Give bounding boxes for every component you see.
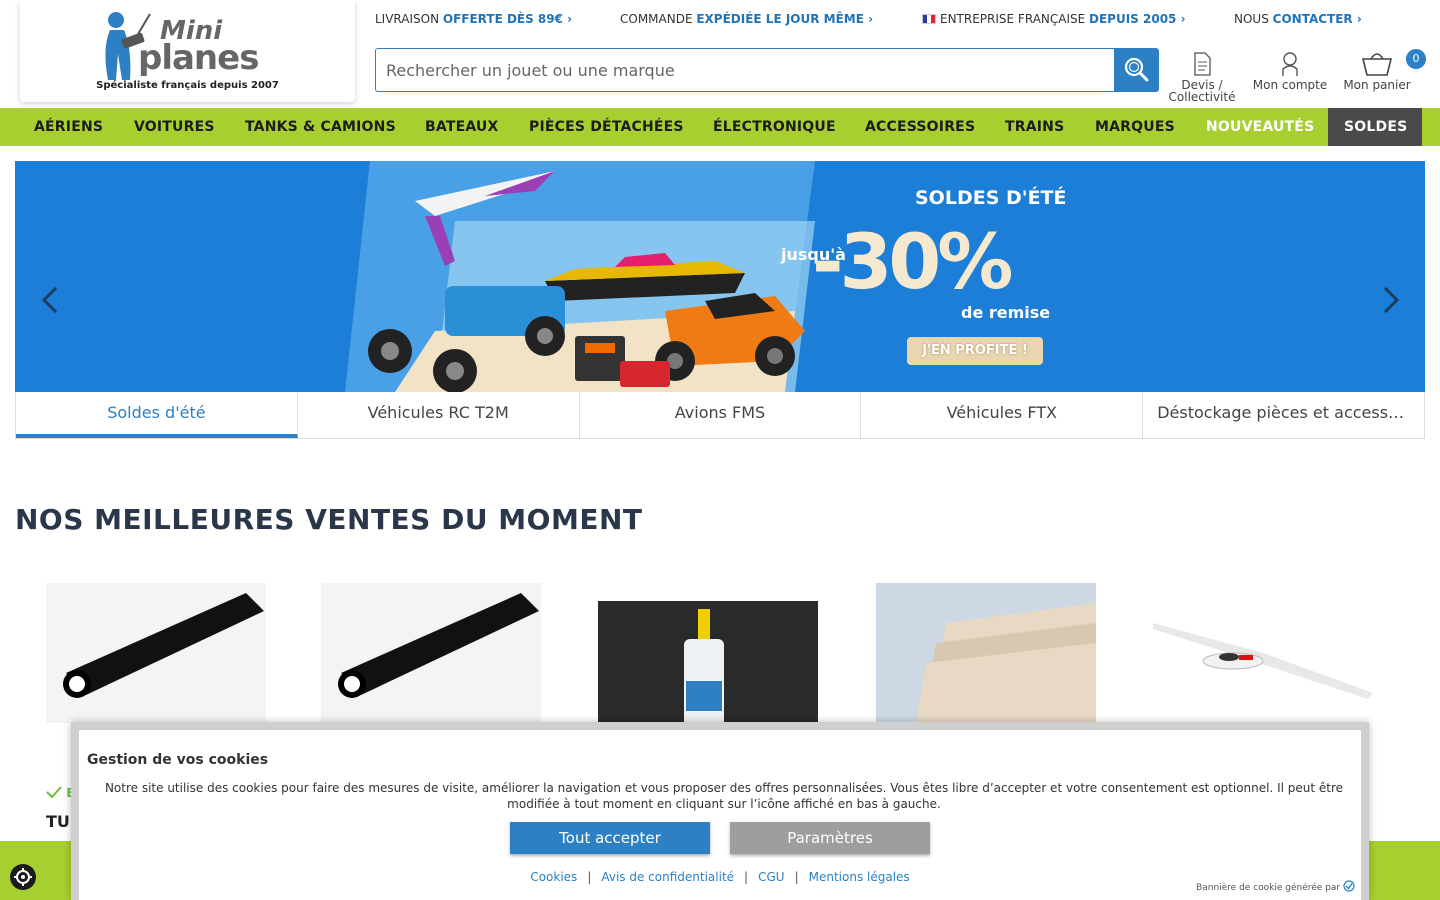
banner-headline: SOLDES D'ÉTÉ: [915, 187, 1067, 209]
logo[interactable]: Mini planes Spécialiste français depuis …: [20, 0, 355, 102]
topbar-contact-link[interactable]: NOUS CONTACTER ›: [1234, 12, 1362, 26]
tab-avions-fms[interactable]: Avions FMS: [580, 392, 862, 438]
tab-destockage[interactable]: Déstockage pièces et accessoires: [1143, 392, 1424, 438]
cgu-link[interactable]: CGU: [758, 870, 784, 884]
carbon-tube-image[interactable]: [46, 583, 266, 723]
devis-label-2: Collectivité: [1168, 90, 1236, 104]
nav-marques[interactable]: MARQUES: [1095, 108, 1175, 146]
nav-nouveautes[interactable]: NOUVEAUTÉS: [1206, 108, 1314, 146]
nav-soldes[interactable]: SOLDES: [1328, 108, 1422, 146]
link-separator: |: [587, 870, 592, 884]
cookie-credit[interactable]: Bannière de cookie générée par: [1196, 880, 1355, 893]
banner-sub: de remise: [961, 303, 1051, 322]
search-button[interactable]: [1114, 48, 1159, 92]
checkmark-icon: [46, 786, 62, 799]
privacy-notice-link[interactable]: Avis de confidentialité: [601, 870, 734, 884]
cart-basket-icon: [1361, 53, 1393, 76]
user-icon: [1282, 52, 1298, 76]
topbar-shipping-hl: OFFERTE DÈS 89€ ›: [442, 12, 573, 26]
topbar-dispatch-hl: EXPÉDIÉE LE JOUR MÊME ›: [696, 12, 874, 26]
topbar-contact-pre: NOUS: [1234, 12, 1273, 26]
product-carousel: [0, 583, 1440, 733]
section-title: NOS MEILLEURES VENTES DU MOMENT: [15, 503, 643, 536]
account-link[interactable]: Mon compte: [1250, 50, 1330, 91]
legal-notice-link[interactable]: Mentions légales: [809, 870, 910, 884]
topbar-contact-hl: CONTACTER ›: [1272, 12, 1362, 26]
battery-image: [575, 336, 625, 381]
glue-bottle-image[interactable]: [598, 595, 818, 735]
carbon-tube-image[interactable]: [321, 583, 541, 723]
cookie-title: Gestion de vos cookies: [87, 752, 269, 768]
search-input[interactable]: [375, 48, 1115, 92]
nav-tanks-camions[interactable]: TANKS & CAMIONS: [245, 108, 396, 146]
nav-aeriens[interactable]: AÉRIENS: [34, 108, 103, 146]
cookie-settings-button[interactable]: Paramètres: [730, 822, 930, 854]
nav-electronique[interactable]: ÉLECTRONIQUE: [713, 108, 836, 146]
site-header: Mini planes Spécialiste français depuis …: [0, 0, 1440, 108]
topbar-dispatch-pre: COMMANDE: [620, 12, 697, 26]
cart-link[interactable]: Mon panier: [1340, 50, 1414, 91]
verified-check-icon: [1343, 880, 1355, 892]
cookies-policy-link[interactable]: Cookies: [530, 870, 577, 884]
glider-product-image[interactable]: [1153, 583, 1373, 723]
banner-next-chevron-icon[interactable]: [1375, 282, 1405, 318]
banner-tabs: Soldes d'été Véhicules RC T2M Avions FMS…: [15, 392, 1425, 439]
cart-count-badge: 0: [1406, 49, 1426, 69]
topbar-company-pre: ENTREPRISE FRANÇAISE: [940, 12, 1090, 26]
devis-link[interactable]: Devis / Collectivité: [1166, 50, 1238, 103]
topbar-shipping-pre: LIVRAISON: [375, 12, 443, 26]
cookie-consent-dialog: Gestion de vos cookies Notre site utilis…: [71, 722, 1369, 900]
nav-bateaux[interactable]: BATEAUX: [425, 108, 499, 146]
gear-icon: [14, 868, 32, 886]
hero-banner[interactable]: SOLDES D'ÉTÉ jusqu'à -30% de remise J'EN…: [15, 161, 1425, 392]
tab-soldes-ete[interactable]: Soldes d'été: [16, 392, 298, 438]
nav-trains[interactable]: TRAINS: [1005, 108, 1064, 146]
cookie-credit-text: Bannière de cookie générée par: [1196, 883, 1341, 893]
document-icon: [1194, 52, 1211, 76]
cookie-settings-gear-icon[interactable]: [10, 864, 36, 890]
cart-label: Mon panier: [1343, 78, 1411, 92]
logo-word-planes: planes: [138, 38, 259, 78]
main-nav: AÉRIENS VOITURES TANKS & CAMIONS BATEAUX…: [0, 108, 1440, 146]
logo-tagline: Spécialiste français depuis 2007: [96, 80, 279, 91]
search-icon: [1124, 57, 1149, 82]
banner-percent: -30%: [812, 217, 1013, 306]
search-bar: [375, 48, 1159, 92]
topbar-company-hl: DEPUIS 2005 ›: [1089, 12, 1186, 26]
banner-cta-button[interactable]: J'EN PROFITE !: [907, 337, 1043, 365]
servo-image: [620, 361, 670, 387]
french-flag-icon: [922, 14, 936, 24]
topbar-shipping-link[interactable]: LIVRAISON OFFERTE DÈS 89€ ›: [375, 12, 572, 26]
tab-vehicules-ftx[interactable]: Véhicules FTX: [861, 392, 1144, 438]
topbar-company-link[interactable]: ENTREPRISE FRANÇAISE DEPUIS 2005 ›: [922, 12, 1186, 26]
nav-voitures[interactable]: VOITURES: [134, 108, 215, 146]
nav-accessoires[interactable]: ACCESSOIRES: [865, 108, 975, 146]
cookie-text: Notre site utilise des cookies pour fair…: [104, 781, 1344, 811]
product-title[interactable]: TU: [46, 812, 70, 831]
nav-pieces-detachees[interactable]: PIÈCES DÉTACHÉES: [529, 108, 684, 146]
link-separator: |: [794, 870, 799, 884]
cookie-links: Cookies | Avis de confidentialité | CGU | Ment…: [79, 870, 1361, 884]
link-separator: |: [744, 870, 749, 884]
banner-prev-chevron-icon[interactable]: [36, 282, 66, 318]
accept-all-button[interactable]: Tout accepter: [510, 822, 710, 854]
banner-artwork: [345, 161, 815, 392]
tab-vehicules-t2m[interactable]: Véhicules RC T2M: [298, 392, 580, 438]
topbar-dispatch-link[interactable]: COMMANDE EXPÉDIÉE LE JOUR MÊME ›: [620, 12, 873, 26]
account-label: Mon compte: [1252, 78, 1328, 92]
balsa-sheets-image[interactable]: [876, 583, 1096, 723]
